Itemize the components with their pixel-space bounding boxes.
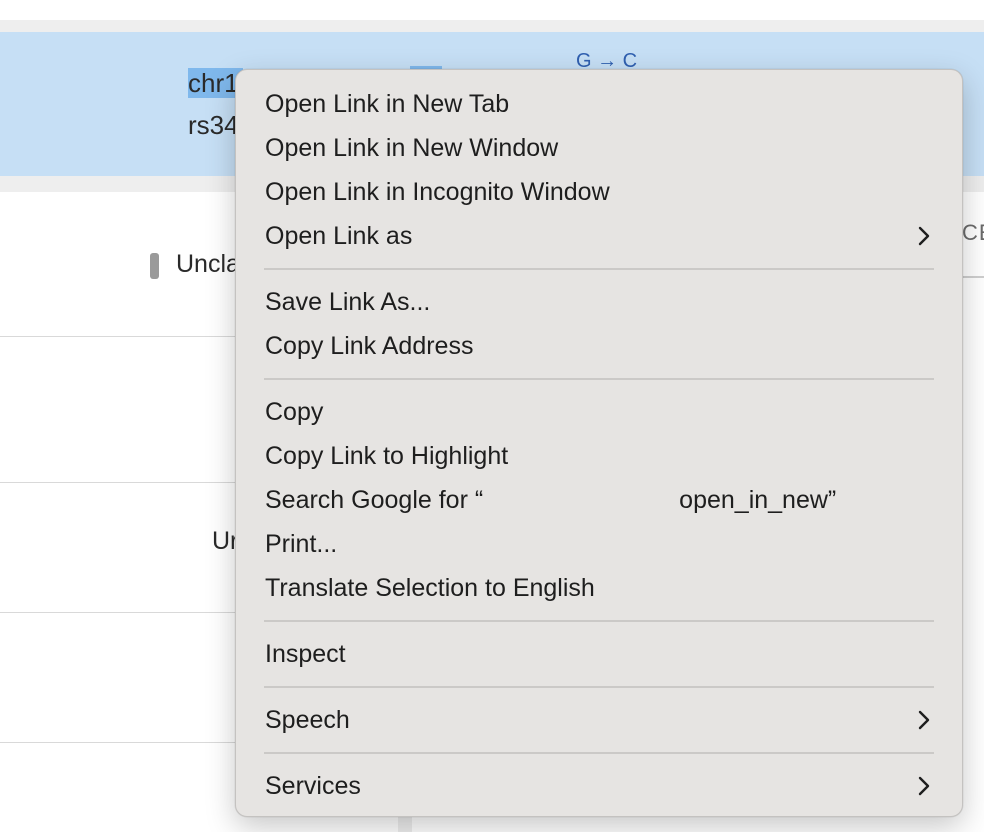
separator-line (264, 686, 934, 688)
menu-item-open-link-as[interactable]: Open Link as (236, 214, 962, 258)
separator-line (264, 620, 934, 622)
menu-item-copy-link-address[interactable]: Copy Link Address (236, 324, 962, 368)
context-menu: Open Link in New Tab Open Link in New Win… (235, 69, 963, 817)
column-header: CE (962, 220, 984, 245)
menu-item-speech[interactable]: Speech (236, 698, 962, 742)
menu-item-open-link-in-incognito-window[interactable]: Open Link in Incognito Window (236, 170, 962, 214)
menu-separator (236, 676, 962, 698)
menu-item-label: Save Link As... (265, 287, 431, 316)
menu-item-label: Open Link in Incognito Window (265, 177, 610, 206)
chevron-right-icon (916, 214, 932, 258)
header-underline (962, 276, 984, 278)
menu-item-inspect[interactable]: Inspect (236, 632, 962, 676)
menu-item-label: Open Link as (265, 221, 413, 250)
separator-line (264, 752, 934, 754)
menu-separator (236, 610, 962, 632)
menu-item-copy[interactable]: Copy (236, 390, 962, 434)
menu-item-open-link-in-new-window[interactable]: Open Link in New Window (236, 126, 962, 170)
menu-item-print[interactable]: Print... (236, 522, 962, 566)
chevron-right-icon (916, 698, 932, 742)
menu-item-save-link-as[interactable]: Save Link As... (236, 280, 962, 324)
menu-item-label: Copy (265, 397, 324, 426)
chevron-right-icon (916, 764, 932, 808)
classification-text: Uncla (176, 250, 240, 278)
menu-separator (236, 368, 962, 390)
search-query-suffix: open_in_new” (679, 485, 837, 514)
menu-item-label: Speech (265, 705, 350, 734)
menu-item-label: Copy Link Address (265, 331, 474, 360)
menu-item-label: Inspect (265, 639, 346, 668)
rsid-text: rs34 (188, 110, 239, 140)
menu-item-copy-link-to-highlight[interactable]: Copy Link to Highlight (236, 434, 962, 478)
menu-item-label: Open Link in New Tab (265, 89, 510, 118)
menu-item-label: Translate Selection to English (265, 573, 595, 602)
menu-item-services[interactable]: Services (236, 764, 962, 808)
page-spacer (0, 20, 984, 32)
menu-item-label: Search Google for “ (265, 485, 484, 514)
menu-item-label: Print... (265, 529, 338, 558)
classification-marker (150, 253, 159, 279)
menu-item-label: Copy Link to Highlight (265, 441, 509, 470)
menu-item-label: Services (265, 771, 361, 800)
menu-item-search-google-for[interactable]: Search Google for “ open_in_new” (236, 478, 962, 522)
menu-separator (236, 742, 962, 764)
menu-item-open-link-in-new-tab[interactable]: Open Link in New Tab (236, 82, 962, 126)
menu-separator (236, 258, 962, 280)
menu-item-translate-selection-to-english[interactable]: Translate Selection to English (236, 566, 962, 610)
menu-item-label: Open Link in New Window (265, 133, 559, 162)
separator-line (264, 378, 934, 380)
separator-line (264, 268, 934, 270)
